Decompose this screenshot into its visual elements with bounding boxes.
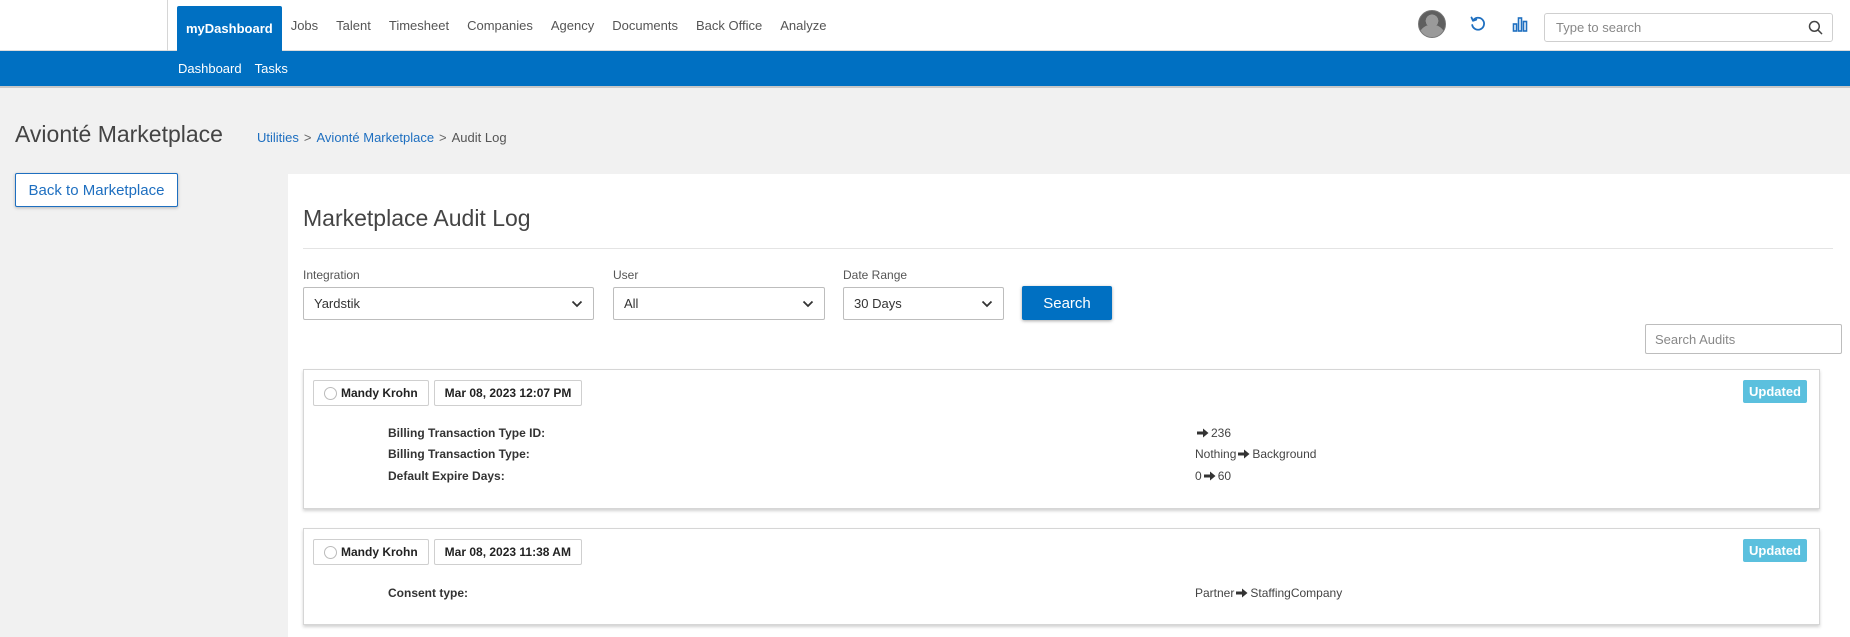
change-to: Background xyxy=(1252,447,1317,461)
top-icons xyxy=(1418,10,1530,38)
search-button[interactable]: Search xyxy=(1022,286,1112,320)
top-bar: myDashboard Jobs Talent Timesheet Compan… xyxy=(0,0,1850,51)
status-badge: Updated xyxy=(1743,539,1807,562)
audit-timestamp: Mar 08, 2023 11:38 AM xyxy=(444,545,571,559)
arrow-right-icon xyxy=(1238,449,1250,459)
nav-item-documents[interactable]: Documents xyxy=(603,6,687,44)
change-value: Nothing Background xyxy=(1195,447,1316,461)
select-radio[interactable] xyxy=(324,386,337,400)
global-search xyxy=(1544,13,1833,42)
integration-label: Integration xyxy=(303,268,360,282)
date-range-label: Date Range xyxy=(843,268,908,282)
integration-value: Yardstik xyxy=(314,296,360,311)
change-to: 60 xyxy=(1217,469,1232,483)
user-filter: User All xyxy=(613,268,825,320)
user-label: User xyxy=(613,268,639,282)
audit-search xyxy=(1645,324,1842,354)
arrow-right-icon xyxy=(1197,428,1209,438)
nav-item-mydashboard[interactable]: myDashboard xyxy=(177,6,282,51)
audit-search-input[interactable] xyxy=(1646,325,1841,353)
change-value: Partner StaffingCompany xyxy=(1195,586,1342,600)
audit-timestamp: Mar 08, 2023 12:07 PM xyxy=(444,386,572,400)
audit-entry: Mandy Krohn Mar 08, 2023 12:07 PM Update… xyxy=(303,369,1820,509)
change-field: Billing Transaction Type: xyxy=(388,447,530,461)
search-icon[interactable] xyxy=(1808,20,1823,38)
status-badge: Updated xyxy=(1743,380,1807,403)
change-row: Consent type: xyxy=(388,586,468,600)
change-value: 0 60 xyxy=(1195,469,1231,483)
change-row: Billing Transaction Type: xyxy=(388,447,530,461)
chevron-down-icon xyxy=(571,300,583,307)
breadcrumb-separator: > xyxy=(303,130,312,145)
panel-divider xyxy=(303,248,1833,249)
date-range-filter: Date Range 30 Days xyxy=(843,268,1004,320)
select-radio[interactable] xyxy=(324,545,337,559)
nav-item-back-office[interactable]: Back Office xyxy=(687,6,771,44)
breadcrumb-separator: > xyxy=(439,130,447,145)
arrow-right-icon xyxy=(1203,471,1216,481)
date-range-select[interactable]: 30 Days xyxy=(843,287,1004,320)
audit-user: Mandy Krohn xyxy=(341,386,418,400)
audit-user: Mandy Krohn xyxy=(341,545,418,559)
chevron-down-icon xyxy=(802,300,814,307)
change-field: Billing Transaction Type ID: xyxy=(388,426,546,440)
change-from: Nothing xyxy=(1195,447,1237,461)
panel-title: Marketplace Audit Log xyxy=(303,205,531,231)
back-to-marketplace-button[interactable]: Back to Marketplace xyxy=(15,173,178,207)
integration-select[interactable]: Yardstik xyxy=(303,287,594,320)
bar-chart-icon[interactable] xyxy=(1510,14,1530,34)
nav-item-analyze[interactable]: Analyze xyxy=(771,6,835,44)
history-icon[interactable] xyxy=(1468,14,1488,34)
avatar[interactable] xyxy=(1418,10,1446,38)
audit-entry: Mandy Krohn Mar 08, 2023 11:38 AM Update… xyxy=(303,528,1820,625)
change-row: Billing Transaction Type ID: xyxy=(388,426,545,440)
integration-filter: Integration Yardstik xyxy=(303,268,594,320)
breadcrumb-current: Audit Log xyxy=(451,130,507,145)
nav-item-jobs[interactable]: Jobs xyxy=(282,6,327,44)
user-value: All xyxy=(624,296,639,311)
change-from: 0 xyxy=(1195,469,1202,483)
breadcrumb: Utilities > Avionté Marketplace > Audit Log xyxy=(257,130,507,145)
change-field: Consent type: xyxy=(388,586,469,600)
logo-divider xyxy=(167,0,168,51)
change-from: Partner xyxy=(1195,586,1235,600)
nav-item-talent[interactable]: Talent xyxy=(327,6,380,44)
change-to: StaffingCompany xyxy=(1250,586,1343,600)
date-range-value: 30 Days xyxy=(854,296,902,311)
breadcrumb-utilities[interactable]: Utilities xyxy=(257,130,299,145)
global-search-input[interactable] xyxy=(1545,14,1795,41)
subnav-item-tasks[interactable]: Tasks xyxy=(255,61,288,76)
nav-item-timesheet[interactable]: Timesheet xyxy=(380,6,458,44)
audit-timestamp-chip: Mar 08, 2023 12:07 PM xyxy=(433,380,583,406)
change-value: 236 xyxy=(1195,426,1231,440)
subnav-item-dashboard[interactable]: Dashboard xyxy=(178,61,242,76)
user-select[interactable]: All xyxy=(613,287,825,320)
audit-user-chip: Mandy Krohn xyxy=(313,380,429,406)
audit-timestamp-chip: Mar 08, 2023 11:38 AM xyxy=(433,539,582,565)
page-title: Avionté Marketplace xyxy=(15,121,223,147)
arrow-right-icon xyxy=(1236,588,1248,598)
change-row: Default Expire Days: xyxy=(388,469,505,483)
chevron-down-icon xyxy=(981,300,993,307)
sub-nav: Dashboard Tasks xyxy=(0,51,1850,88)
nav-item-companies[interactable]: Companies xyxy=(458,6,542,44)
change-field: Default Expire Days: xyxy=(388,469,505,483)
audit-log-panel: Marketplace Audit Log Integration Yardst… xyxy=(288,174,1850,637)
change-to: 236 xyxy=(1211,426,1232,440)
main-nav: myDashboard Jobs Talent Timesheet Compan… xyxy=(177,6,835,51)
audit-user-chip: Mandy Krohn xyxy=(313,539,429,565)
breadcrumb-marketplace[interactable]: Avionté Marketplace xyxy=(317,130,435,145)
nav-item-agency[interactable]: Agency xyxy=(542,6,603,44)
